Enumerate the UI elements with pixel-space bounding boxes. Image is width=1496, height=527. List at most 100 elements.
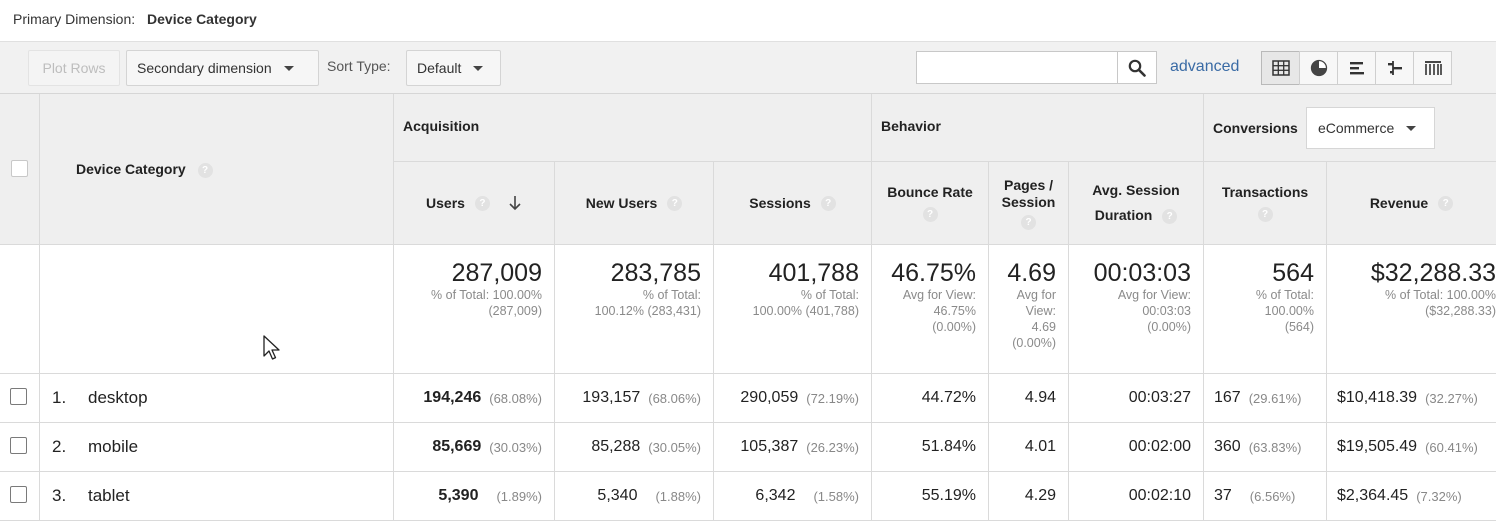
revenue-cell: $19,505.49 (60.41%) — [1327, 423, 1496, 472]
sort-type-value: Default — [417, 60, 462, 76]
dimension-header[interactable]: Device Category ? — [40, 94, 394, 245]
users-column-header[interactable]: Users ? — [394, 162, 555, 245]
totals-avg-duration-value: 00:03:03 — [1093, 259, 1191, 287]
transactions-value: 360 — [1214, 438, 1241, 455]
performance-view-button[interactable] — [1337, 51, 1376, 85]
device-category-link[interactable]: tablet — [88, 486, 130, 506]
plot-rows-label: Plot Rows — [42, 60, 106, 76]
totals-users-line: % of Total: 100.00% — [431, 288, 542, 302]
pivot-view-button[interactable] — [1413, 51, 1452, 85]
pages-session-column-header[interactable]: Pages / Session ? — [989, 162, 1069, 245]
new-users-percent: (1.88%) — [655, 488, 701, 504]
transactions-cell: 37 (6.56%) — [1204, 472, 1327, 521]
revenue-value: $19,505.49 — [1337, 438, 1418, 455]
view-type-switcher — [1261, 51, 1452, 85]
pages-session-cell: 4.01 — [989, 423, 1069, 472]
users-value: 85,669 — [432, 438, 482, 455]
transactions-cell: 167 (29.61%) — [1204, 374, 1327, 423]
totals-sessions-line: % of Total: — [800, 288, 859, 302]
totals-users-cell: 287,009 % of Total: 100.00% (287,009) — [394, 245, 555, 374]
transactions-percent: (29.61%) — [1248, 390, 1302, 406]
totals-revenue-cell: $32,288.33 % of Total: 100.00% ($32,288.… — [1327, 245, 1496, 374]
users-header-label: Users — [426, 194, 465, 211]
acquisition-group-header: Acquisition — [394, 94, 872, 162]
totals-pages-session-value: 4.69 — [1007, 259, 1056, 287]
pages-session-header-line1: Pages / — [1003, 176, 1054, 193]
primary-dimension-value[interactable]: Device Category — [147, 11, 257, 27]
new-users-value: 193,157 — [582, 389, 641, 406]
data-table: Device Category ? Acquisition Behavior C… — [0, 94, 1496, 527]
row-checkbox[interactable] — [10, 486, 27, 503]
bounce-rate-value: 51.84% — [921, 438, 976, 455]
totals-new-users-line: % of Total: — [642, 288, 701, 302]
pie-view-button[interactable] — [1299, 51, 1338, 85]
users-value: 5,390 — [438, 487, 479, 504]
device-category-link[interactable]: mobile — [88, 437, 138, 457]
bounce-rate-value: 44.72% — [921, 389, 976, 406]
revenue-percent: (60.41%) — [1425, 439, 1478, 455]
transactions-column-header[interactable]: Transactions ? — [1204, 162, 1327, 245]
device-category-link[interactable]: desktop — [88, 388, 148, 408]
totals-users-line: (287,009) — [488, 304, 542, 318]
help-icon[interactable]: ? — [1257, 207, 1273, 222]
revenue-column-header[interactable]: Revenue ? — [1327, 162, 1496, 245]
help-icon[interactable]: ? — [1162, 208, 1178, 224]
totals-dimension-cell — [40, 245, 394, 374]
totals-avg-duration-line: (0.00%) — [1147, 320, 1191, 334]
new-users-column-header[interactable]: New Users ? — [555, 162, 714, 245]
behavior-group-label: Behavior — [881, 118, 941, 134]
sessions-percent: (1.58%) — [813, 488, 859, 504]
totals-pages-session-line: (0.00%) — [1012, 336, 1056, 350]
pie-view-icon — [1310, 59, 1327, 77]
table-view-button[interactable] — [1261, 51, 1300, 85]
bounce-rate-cell: 44.72% — [872, 374, 989, 423]
primary-dimension: Primary Dimension: Device Category — [13, 11, 257, 27]
new-users-header-label: New Users — [585, 194, 658, 211]
help-icon[interactable]: ? — [1021, 214, 1036, 230]
revenue-header-label: Revenue — [1369, 194, 1429, 211]
goal-selector-dropdown[interactable]: eCommerce — [1306, 107, 1435, 149]
row-checkbox[interactable] — [10, 437, 27, 454]
new-users-cell: 5,340 (1.88%) — [555, 472, 714, 521]
sort-type-dropdown[interactable]: Default — [406, 50, 501, 86]
totals-new-users-value: 283,785 — [610, 259, 701, 287]
plot-rows-button[interactable]: Plot Rows — [28, 50, 120, 86]
totals-bounce-rate-cell: 46.75% Avg for View: 46.75% (0.00%) — [872, 245, 989, 374]
sessions-column-header[interactable]: Sessions ? — [714, 162, 872, 245]
totals-transactions-line: (564) — [1284, 320, 1314, 334]
table-view-icon — [1271, 60, 1290, 76]
select-all-checkbox[interactable] — [11, 160, 28, 177]
bounce-rate-column-header[interactable]: Bounce Rate ? — [872, 162, 989, 245]
table-row-dimension: 3. tablet — [40, 472, 394, 521]
advanced-filter-link[interactable]: advanced — [1170, 58, 1239, 76]
help-icon[interactable]: ? — [1438, 195, 1454, 211]
comparison-view-icon — [1387, 61, 1402, 75]
totals-avg-duration-cell: 00:03:03 Avg for View: 00:03:03 (0.00%) — [1069, 245, 1204, 374]
pages-session-value: 4.01 — [1024, 438, 1056, 455]
row-checkbox[interactable] — [10, 388, 27, 405]
bounce-rate-value: 55.19% — [921, 487, 976, 504]
avg-session-duration-column-header[interactable]: Avg. Session Duration ? — [1069, 162, 1204, 245]
users-cell: 85,669 (30.03%) — [394, 423, 555, 472]
sessions-percent: (26.23%) — [806, 439, 859, 455]
help-icon[interactable]: ? — [922, 207, 938, 222]
help-icon[interactable]: ? — [820, 195, 836, 211]
revenue-cell: $2,364.45 (7.32%) — [1327, 472, 1496, 521]
totals-checkbox-cell — [0, 245, 40, 374]
help-icon[interactable]: ? — [197, 162, 213, 178]
totals-avg-duration-line: 00:03:03 — [1142, 304, 1191, 318]
table-search-input[interactable] — [916, 51, 1118, 84]
avg-duration-header-line2: Duration — [1094, 207, 1153, 223]
help-icon[interactable]: ? — [667, 195, 683, 211]
transactions-value: 37 — [1214, 487, 1232, 504]
help-icon[interactable]: ? — [474, 195, 490, 211]
search-button[interactable] — [1117, 51, 1157, 84]
mouse-cursor-icon — [263, 335, 280, 360]
dimension-header-label: Device Category — [76, 161, 186, 177]
secondary-dimension-dropdown[interactable]: Secondary dimension — [126, 50, 319, 86]
avg-duration-header-line1: Avg. Session — [1092, 182, 1180, 198]
new-users-percent: (30.05%) — [648, 439, 701, 455]
comparison-view-button[interactable] — [1375, 51, 1414, 85]
totals-bounce-rate-value: 46.75% — [891, 259, 976, 287]
sort-descending-icon[interactable] — [508, 195, 522, 211]
